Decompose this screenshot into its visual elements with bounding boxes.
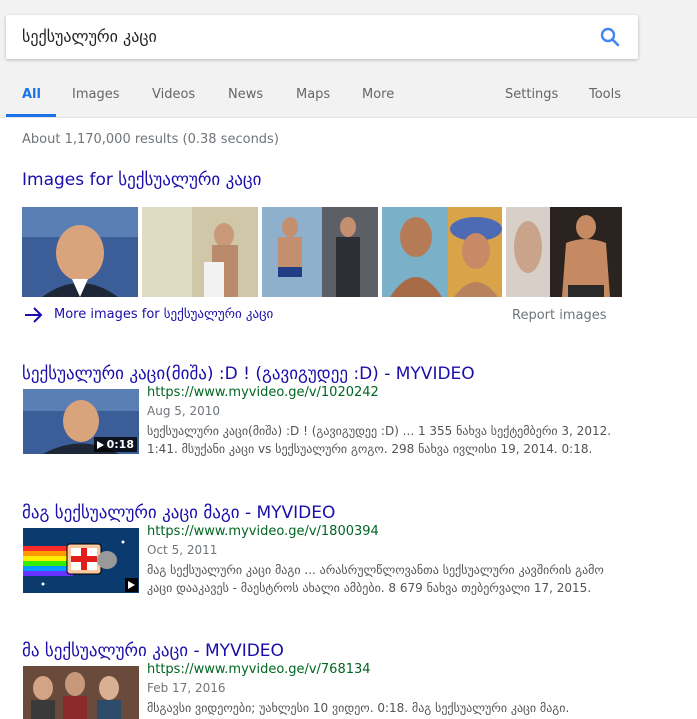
result-snippet: მაგ სექსუალური კაცი მაგი ... არასრულწლოვ… <box>147 563 604 595</box>
image-thumbnail[interactable] <box>506 207 622 297</box>
image-thumbnail[interactable] <box>142 207 258 297</box>
more-images-label: More images for სექსუალური კაცი <box>54 307 274 322</box>
report-images-link[interactable]: Report images <box>512 308 607 323</box>
search-box[interactable]: სექსუალური კაცი <box>6 15 638 59</box>
search-icon[interactable] <box>598 25 622 49</box>
tab-images[interactable]: Images <box>72 87 120 102</box>
video-thumbnail[interactable] <box>23 666 139 719</box>
result-date: Aug 5, 2010 <box>147 404 221 418</box>
result-title-link[interactable]: სექსუალური კაცი(მიშა) :D ! (გავიგუდეე :D… <box>22 364 475 384</box>
result-url: https://www.myvideo.ge/v/768134 <box>147 662 371 677</box>
result-snippet: მსგავსი ვიდეოები; უახლესი 10 ვიდეო. 0:18… <box>147 701 570 715</box>
result-url: https://www.myvideo.ge/v/1800394 <box>147 524 379 539</box>
image-thumbnail[interactable] <box>22 207 138 297</box>
result-url: https://www.myvideo.ge/v/1020242 <box>147 385 379 400</box>
tab-news[interactable]: News <box>228 87 263 102</box>
result-snippet: სექსუალური კაცი(მიშა) :D ! (გავიგუდეე :D… <box>147 424 612 456</box>
video-duration-badge: 0:18 <box>93 437 137 452</box>
search-result: მაგ სექსუალური კაცი მაგი - MYVIDEO https… <box>22 503 622 623</box>
video-thumbnail[interactable] <box>23 528 139 593</box>
tab-videos[interactable]: Videos <box>152 87 195 102</box>
play-icon <box>125 578 138 592</box>
image-thumbnail[interactable] <box>262 207 378 297</box>
result-date: Oct 5, 2011 <box>147 543 218 557</box>
header: სექსუალური კაცი All Images Videos News M… <box>0 0 697 118</box>
image-strip <box>22 207 622 297</box>
tab-settings[interactable]: Settings <box>505 87 558 102</box>
tab-all[interactable]: All <box>22 87 41 102</box>
result-stats: About 1,170,000 results (0.38 seconds) <box>22 132 279 147</box>
search-tabs: All Images Videos News Maps More Setting… <box>0 80 697 118</box>
images-heading-link[interactable]: Images for სექსუალური კაცი <box>22 170 261 190</box>
result-date: Feb 17, 2016 <box>147 681 226 695</box>
image-thumbnail[interactable] <box>382 207 502 297</box>
search-result: სექსუალური კაცი(მიშა) :D ! (გავიგუდეე :D… <box>22 364 622 484</box>
arrow-right-icon <box>25 307 43 323</box>
play-icon <box>96 440 104 449</box>
result-title-link[interactable]: მა სექსუალური კაცი - MYVIDEO <box>22 641 284 661</box>
search-result: მა სექსუალური კაცი - MYVIDEO https://www… <box>22 641 622 719</box>
video-thumbnail[interactable]: 0:18 <box>23 389 139 454</box>
tab-tools[interactable]: Tools <box>589 87 621 102</box>
active-tab-indicator <box>6 114 56 117</box>
search-input[interactable]: სექსუალური კაცი <box>22 27 157 46</box>
tab-more[interactable]: More <box>362 87 394 102</box>
video-duration: 0:18 <box>106 438 134 451</box>
result-title-link[interactable]: მაგ სექსუალური კაცი მაგი - MYVIDEO <box>22 503 335 523</box>
tab-maps[interactable]: Maps <box>296 87 330 102</box>
